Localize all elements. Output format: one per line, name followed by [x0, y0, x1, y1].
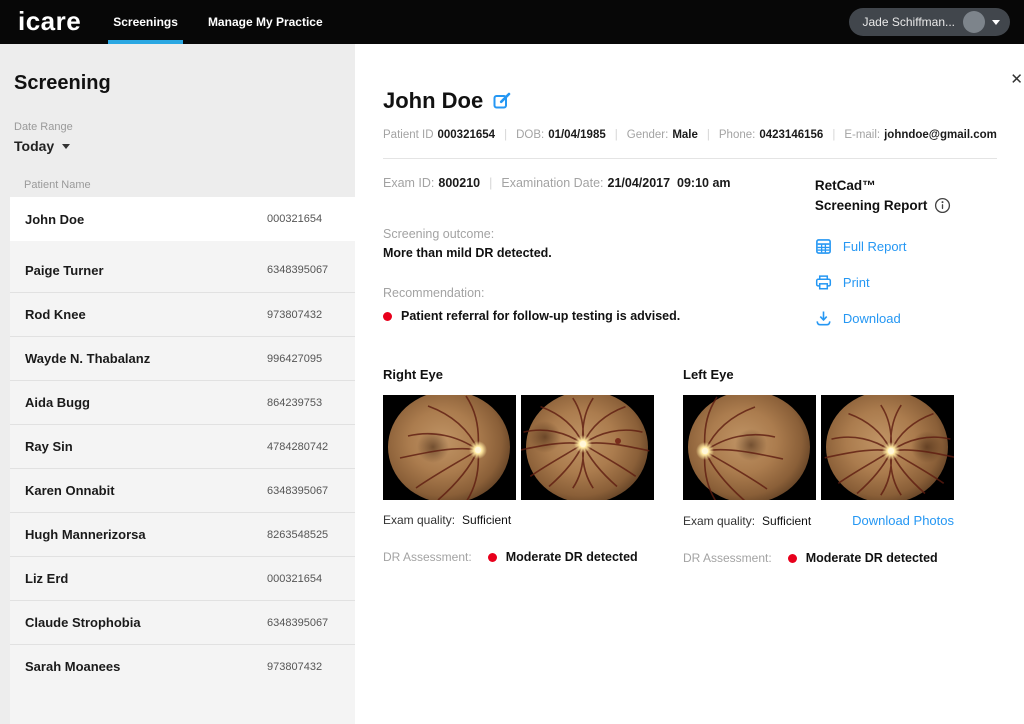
- patient-row[interactable]: Hugh Mannerizorsa 8263548525: [10, 512, 355, 556]
- patient-id: 973807432: [267, 309, 355, 321]
- patient-id: 6348395067: [267, 485, 355, 497]
- patient-info-line: Patient ID000321654DOB:01/04/1985Gender:…: [383, 129, 997, 141]
- patient-row[interactable]: Liz Erd 000321654: [10, 556, 355, 600]
- patient-name: Paige Turner: [25, 263, 267, 278]
- patient-row[interactable]: Wayde N. Thabalanz 996427095: [10, 336, 355, 380]
- patient-row[interactable]: Ray Sin 4784280742: [10, 424, 355, 468]
- close-icon[interactable]: ✕: [1006, 68, 1024, 91]
- right-eye-section: Right Eye: [383, 367, 654, 565]
- report-icon: [815, 238, 832, 255]
- full-report-link[interactable]: Full Report: [815, 238, 907, 255]
- patient-row[interactable]: Aida Bugg 864239753: [10, 380, 355, 424]
- patient-name: Sarah Moanees: [25, 659, 267, 674]
- alert-dot-icon: [488, 553, 497, 562]
- patient-name: Liz Erd: [25, 571, 267, 586]
- download-link[interactable]: Download: [815, 310, 901, 327]
- screening-outcome-value: More than mild DR detected.: [383, 246, 815, 260]
- date-range-select[interactable]: Today: [14, 138, 70, 154]
- exam-quality-label: Exam quality:: [683, 514, 755, 528]
- patient-list: John Doe 000321654 Paige Turner 63483950…: [10, 197, 355, 724]
- patient-row[interactable]: John Doe 000321654: [10, 197, 355, 241]
- print-link[interactable]: Print: [815, 274, 870, 291]
- download-photos-link[interactable]: Download Photos: [852, 513, 954, 528]
- exam-quality-value: Sufficient: [462, 513, 511, 527]
- chevron-down-icon: [992, 20, 1000, 25]
- retina-photo: [683, 395, 816, 500]
- date-range-label: Date Range: [14, 121, 355, 133]
- left-eye-section: Left Eye: [683, 367, 954, 565]
- patient-name: Ray Sin: [25, 439, 267, 454]
- patient-detail-panel: ✕ John Doe Patient ID000321654DOB:01/04/…: [355, 44, 1024, 724]
- patient-id: 000321654: [267, 213, 355, 225]
- eye-title: Right Eye: [383, 367, 654, 382]
- patient-id: 8263548525: [267, 529, 355, 541]
- tab-manage-my-practice[interactable]: Manage My Practice: [206, 0, 325, 44]
- exam-info-line: Exam ID:800210Examination Date:21/04/201…: [383, 176, 815, 190]
- patient-id: 864239753: [267, 397, 355, 409]
- patient-id: 973807432: [267, 661, 355, 673]
- app-logo: icare: [18, 8, 81, 34]
- retcad-subtitle: Screening Report: [815, 196, 928, 216]
- patient-row[interactable]: Claude Strophobia 6348395067: [10, 600, 355, 644]
- patient-title: John Doe: [383, 88, 483, 114]
- tab-label: Manage My Practice: [208, 15, 323, 29]
- retina-photo: [821, 395, 954, 500]
- patient-row[interactable]: Rod Knee 973807432: [10, 292, 355, 336]
- avatar: [963, 11, 985, 33]
- patient-row[interactable]: Paige Turner 6348395067: [10, 248, 355, 292]
- dr-assessment-label: DR Assessment:: [683, 551, 772, 565]
- download-icon: [815, 310, 832, 327]
- patient-id: 000321654: [267, 573, 355, 585]
- screening-outcome-label: Screening outcome:: [383, 227, 815, 241]
- patient-name: Karen Onnabit: [25, 483, 267, 498]
- tab-screenings[interactable]: Screenings: [111, 0, 180, 44]
- patient-row[interactable]: Karen Onnabit 6348395067: [10, 468, 355, 512]
- user-name: Jade Schiffman...: [863, 15, 956, 29]
- patient-name: Wayde N. Thabalanz: [25, 351, 267, 366]
- retcad-title: RetCad™: [815, 176, 997, 196]
- dr-assessment-value: Moderate DR detected: [806, 551, 938, 565]
- alert-dot-icon: [383, 312, 392, 321]
- date-range-value: Today: [14, 138, 54, 154]
- patient-name: Hugh Mannerizorsa: [25, 527, 267, 542]
- edit-icon[interactable]: [493, 92, 511, 110]
- patient-row[interactable]: Sarah Moanees 973807432: [10, 644, 355, 688]
- print-icon: [815, 274, 832, 291]
- patient-name: Rod Knee: [25, 307, 267, 322]
- exam-quality-value: Sufficient: [762, 514, 811, 528]
- patient-name-column-label: Patient Name: [24, 179, 355, 191]
- patient-name: Aida Bugg: [25, 395, 267, 410]
- tab-label: Screenings: [113, 15, 178, 29]
- patient-name: Claude Strophobia: [25, 615, 267, 630]
- user-menu[interactable]: Jade Schiffman...: [849, 8, 1011, 36]
- sidebar-title: Screening: [14, 72, 355, 95]
- eye-title: Left Eye: [683, 367, 954, 382]
- alert-dot-icon: [788, 554, 797, 563]
- retina-photo: [521, 395, 654, 500]
- chevron-down-icon: [62, 144, 70, 149]
- patient-id: 996427095: [267, 353, 355, 365]
- exam-quality-label: Exam quality:: [383, 513, 455, 527]
- divider: [383, 158, 997, 159]
- dr-assessment-label: DR Assessment:: [383, 550, 472, 564]
- dr-assessment-value: Moderate DR detected: [506, 550, 638, 564]
- screening-sidebar: Screening Date Range Today Patient Name …: [0, 44, 355, 724]
- retina-photo: [383, 395, 516, 500]
- top-nav: icare Screenings Manage My Practice Jade…: [0, 0, 1024, 44]
- info-icon[interactable]: [934, 197, 951, 214]
- patient-id: 4784280742: [267, 441, 355, 453]
- patient-id: 6348395067: [267, 617, 355, 629]
- recommendation-label: Recommendation:: [383, 286, 815, 300]
- patient-name: John Doe: [25, 212, 267, 227]
- patient-id: 6348395067: [267, 264, 355, 276]
- recommendation-value: Patient referral for follow-up testing i…: [401, 309, 680, 323]
